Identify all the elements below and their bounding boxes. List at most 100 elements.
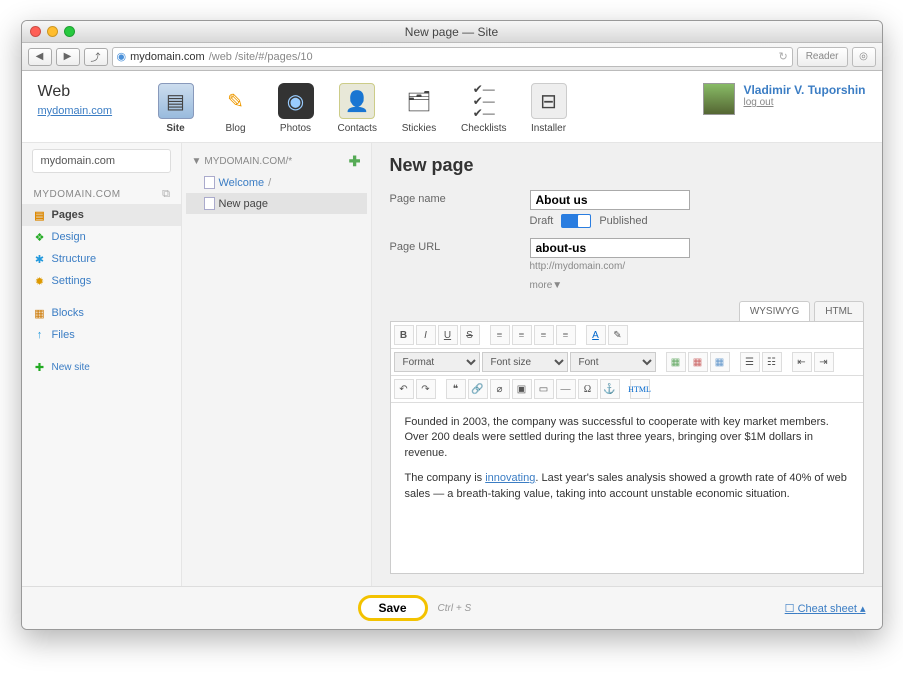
brand-title: Web	[38, 83, 158, 101]
undo-button[interactable]: ↶	[394, 379, 414, 399]
align-center-button[interactable]: ≡	[512, 325, 532, 345]
media-button[interactable]: ▭	[534, 379, 554, 399]
underline-button[interactable]: U	[438, 325, 458, 345]
page-icon	[204, 197, 215, 210]
copy-icon[interactable]: ⧉	[162, 188, 170, 201]
sidebar-item-pages[interactable]: ▤Pages	[22, 204, 181, 226]
unlink-button[interactable]: ⌀	[490, 379, 510, 399]
sidebar-new-site[interactable]: ✚New site	[22, 356, 181, 378]
fontsize-select[interactable]: Font size	[482, 352, 568, 372]
editor-toolbar-1: B I U S ≡ ≡ ≡ ≡ A ✎	[391, 322, 863, 349]
url-hint: http://mydomain.com/	[530, 261, 690, 272]
list-ol-button[interactable]: ☰	[740, 352, 760, 372]
browser-window: New page — Site ◀ ▶ ⤴ ◉ mydomain.com /we…	[21, 20, 883, 630]
sidebar-item-design[interactable]: ❖Design	[22, 226, 181, 248]
app-site[interactable]: ▤Site	[158, 83, 194, 134]
clear-format-button[interactable]: ✎	[608, 325, 628, 345]
sidebar-item-files[interactable]: ↑Files	[22, 324, 181, 346]
align-left-button[interactable]: ≡	[490, 325, 510, 345]
globe-icon: ◉	[117, 50, 127, 63]
save-hint: Ctrl + S	[438, 603, 472, 614]
row-button[interactable]: ▦	[688, 352, 708, 372]
app-installer[interactable]: ⊟Installer	[531, 83, 567, 134]
sidebar-item-blocks[interactable]: ▦Blocks	[22, 302, 181, 324]
table-button[interactable]: ▦	[666, 352, 686, 372]
sidebar-item-structure[interactable]: ✱Structure	[22, 248, 181, 270]
sidebar-item-settings[interactable]: ✹Settings	[22, 270, 181, 292]
share-button[interactable]: ⤴	[84, 48, 108, 66]
reader-button[interactable]: Reader	[797, 47, 848, 67]
tree-item-welcome[interactable]: Welcome /	[186, 172, 367, 193]
app-photos[interactable]: ◉Photos	[278, 83, 314, 134]
forward-button[interactable]: ▶	[56, 48, 80, 66]
col-button[interactable]: ▦	[710, 352, 730, 372]
menu-button[interactable]: ◎	[852, 47, 876, 67]
app-stickies[interactable]: 🗂Stickies	[401, 83, 437, 134]
reload-icon[interactable]: ↻	[778, 50, 787, 63]
editor-toolbar-2: Format Font size Font ▦ ▦ ▦ ☰ ☷ ⇤ ⇥	[391, 349, 863, 376]
url-path: /web /site/#/pages/10	[209, 51, 313, 63]
design-icon: ❖	[34, 231, 46, 243]
main-panel: New page Page name Draft Published Page …	[372, 143, 882, 586]
body: mydomain.com MYDOMAIN.COM⧉ ▤Pages ❖Desig…	[22, 143, 882, 586]
avatar[interactable]	[703, 83, 735, 115]
logout-link[interactable]: log out	[743, 97, 865, 108]
blocks-icon: ▦	[34, 307, 46, 319]
indent-button[interactable]: ⇥	[814, 352, 834, 372]
tab-html[interactable]: HTML	[814, 301, 863, 321]
url-bar[interactable]: ◉ mydomain.com /web /site/#/pages/10 ↻	[112, 47, 793, 67]
user-name[interactable]: Vladimir V. Tuporshin	[743, 83, 865, 97]
page-name-input[interactable]	[530, 190, 690, 210]
save-button[interactable]: Save	[358, 595, 428, 621]
more-toggle[interactable]: more▼	[530, 280, 690, 291]
tree-item-newpage[interactable]: New page	[186, 193, 367, 214]
page-url-input[interactable]	[530, 238, 690, 258]
editor-toolbar-3: ↶ ↷ ❝ 🔗 ⌀ ▣ ▭ — Ω ⚓ HTML	[391, 376, 863, 403]
brand-domain-link[interactable]: mydomain.com	[38, 105, 113, 117]
content-paragraph: Founded in 2003, the company was success…	[405, 415, 849, 461]
editor-content[interactable]: Founded in 2003, the company was success…	[391, 403, 863, 573]
app-switcher: ▤Site ✎Blog ◉Photos 👤Contacts 🗂Stickies …	[158, 83, 567, 134]
titlebar: New page — Site	[22, 21, 882, 43]
italic-button[interactable]: I	[416, 325, 436, 345]
align-right-button[interactable]: ≡	[534, 325, 554, 345]
back-button[interactable]: ◀	[28, 48, 52, 66]
sidebar-section-header: MYDOMAIN.COM⧉	[22, 183, 181, 204]
bold-button[interactable]: B	[394, 325, 414, 345]
user-block: Vladimir V. Tuporshin log out	[703, 83, 865, 134]
app-blog[interactable]: ✎Blog	[218, 83, 254, 134]
page-url-label: Page URL	[390, 238, 530, 253]
cheat-sheet-link[interactable]: ☐ Cheat sheet ▴	[785, 602, 866, 615]
redo-button[interactable]: ↷	[416, 379, 436, 399]
outdent-button[interactable]: ⇤	[792, 352, 812, 372]
content-paragraph: The company is innovating. Last year's s…	[405, 471, 849, 502]
app-contacts[interactable]: 👤Contacts	[338, 83, 377, 134]
align-justify-button[interactable]: ≡	[556, 325, 576, 345]
strike-button[interactable]: S	[460, 325, 480, 345]
draft-label: Draft	[530, 215, 554, 227]
hr-button[interactable]: —	[556, 379, 576, 399]
list-ul-button[interactable]: ☷	[762, 352, 782, 372]
format-select[interactable]: Format	[394, 352, 480, 372]
domain-selector[interactable]: mydomain.com	[32, 149, 171, 173]
add-page-button[interactable]: ✚	[349, 153, 361, 170]
image-button[interactable]: ▣	[512, 379, 532, 399]
quote-button[interactable]: ❝	[446, 379, 466, 399]
text-color-button[interactable]: A	[586, 325, 606, 345]
source-button[interactable]: HTML	[630, 379, 650, 399]
page-name-label: Page name	[390, 190, 530, 205]
content-link[interactable]: innovating	[485, 472, 535, 484]
link-button[interactable]: 🔗	[468, 379, 488, 399]
page-tree: ▼ MYDOMAIN.COM/*✚ Welcome / New page	[182, 143, 372, 586]
publish-toggle[interactable]	[561, 214, 591, 228]
app-checklists[interactable]: ✔—✔—✔—Checklists	[461, 83, 507, 134]
char-button[interactable]: Ω	[578, 379, 598, 399]
tab-wysiwyg[interactable]: WYSIWYG	[739, 301, 810, 321]
brand: Web mydomain.com	[38, 83, 158, 134]
anchor-button[interactable]: ⚓	[600, 379, 620, 399]
plus-icon: ✚	[34, 361, 46, 373]
window-title: New page — Site	[22, 25, 882, 39]
font-select[interactable]: Font	[570, 352, 656, 372]
page-title: New page	[390, 155, 864, 176]
footer: Save Ctrl + S ☐ Cheat sheet ▴	[22, 586, 882, 629]
